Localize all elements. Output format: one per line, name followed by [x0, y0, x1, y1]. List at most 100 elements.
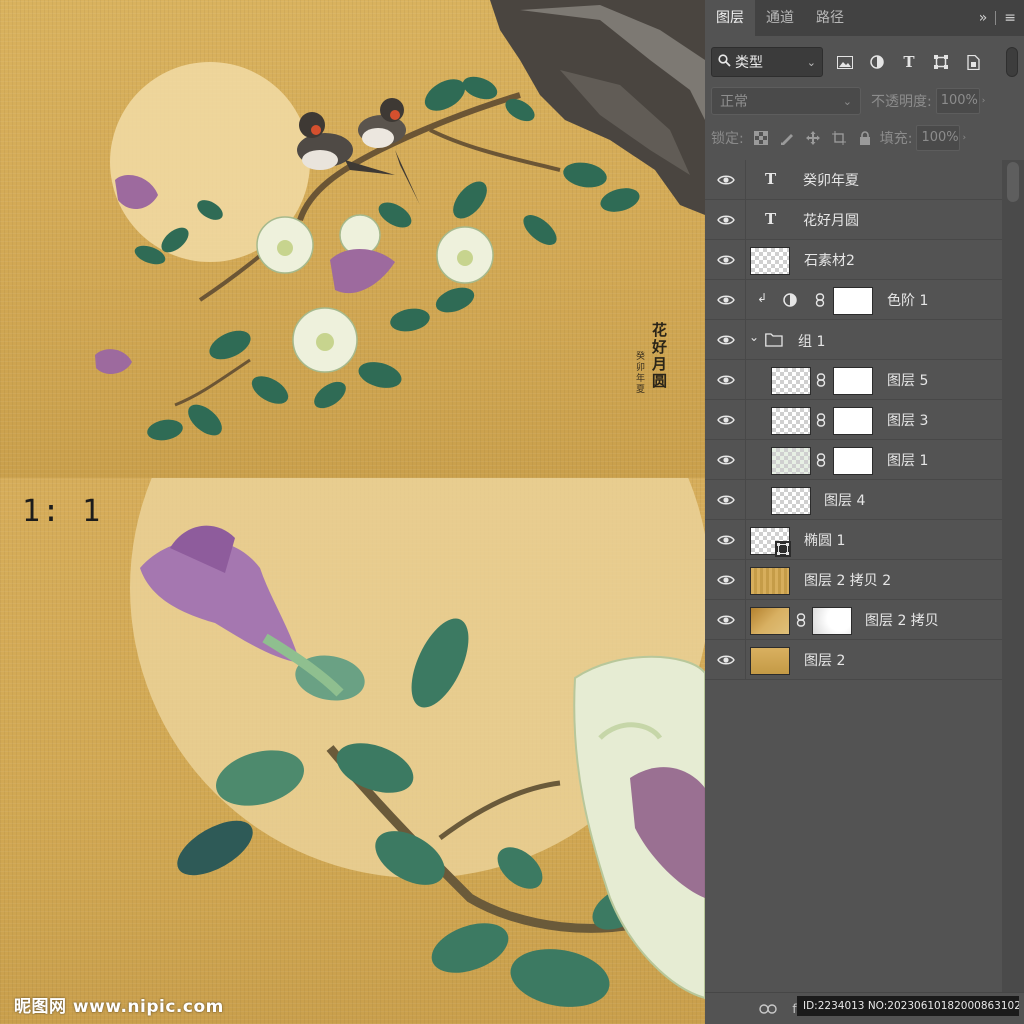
layer-row[interactable]: 图层 2 拷贝	[705, 600, 1002, 640]
link-icon[interactable]	[796, 613, 806, 627]
layer-mask-thumbnail	[833, 447, 873, 475]
visibility-eye-icon[interactable]	[717, 652, 735, 668]
layer-row[interactable]: 图层 3	[705, 400, 1002, 440]
fill-input[interactable]: 100%	[916, 125, 961, 151]
layer-name: 图层 2 拷贝 2	[804, 572, 892, 589]
scroll-thumb[interactable]	[1007, 162, 1019, 202]
layer-row[interactable]: T 花好月圆	[705, 200, 1002, 240]
row-divider	[745, 400, 746, 440]
signature-vertical: 癸卯年夏	[636, 352, 646, 395]
layer-name: 组 1	[798, 334, 826, 350]
swallows	[297, 98, 420, 205]
row-divider	[745, 520, 746, 560]
visibility-eye-icon[interactable]	[717, 372, 735, 388]
layer-thumbnail	[750, 647, 790, 675]
visibility-eye-icon[interactable]	[717, 492, 735, 508]
lock-artboard-icon[interactable]	[830, 129, 848, 147]
layer-row[interactable]: 图层 2 拷贝 2	[705, 560, 1002, 600]
visibility-eye-icon[interactable]	[717, 532, 735, 548]
opacity-input[interactable]: 100%	[935, 88, 980, 114]
visibility-eye-icon[interactable]	[717, 572, 735, 588]
layer-row[interactable]: 椭圆 1	[705, 520, 1002, 560]
layer-thumbnail	[771, 487, 811, 515]
fill-dropdown-icon[interactable]: ›	[962, 133, 972, 143]
visibility-eye-icon[interactable]	[717, 292, 735, 308]
layer-row[interactable]: 石素材2	[705, 240, 1002, 280]
visibility-eye-icon[interactable]	[717, 172, 735, 188]
image-filter-icon[interactable]	[835, 52, 855, 72]
opacity-dropdown-icon[interactable]: ›	[982, 96, 992, 106]
chevron-down-icon[interactable]: ⌄	[749, 330, 759, 344]
panel-menu-icon[interactable]: ≡	[1004, 10, 1016, 26]
row-divider	[745, 480, 746, 520]
layer-name: 图层 5	[887, 372, 929, 389]
folder-icon	[765, 333, 783, 347]
poem-title-vertical: 花好月圆	[652, 321, 668, 390]
layer-name: 石素材2	[804, 252, 855, 269]
layer-thumbnail	[750, 607, 790, 635]
layer-row[interactable]: 图层 2	[705, 640, 1002, 680]
link-icon[interactable]	[816, 453, 826, 467]
tab-paths[interactable]: 路径	[805, 0, 855, 36]
smart-object-filter-icon[interactable]	[963, 52, 983, 72]
visibility-eye-icon[interactable]	[717, 612, 735, 628]
layer-thumbnail	[750, 247, 790, 275]
text-layer-icon: T	[765, 170, 777, 188]
visibility-eye-icon[interactable]	[717, 332, 735, 348]
layers-scrollbar[interactable]	[1002, 160, 1024, 992]
collapse-panel-icon[interactable]: »	[979, 10, 988, 26]
link-icon[interactable]	[816, 373, 826, 387]
lock-image-pixels-icon[interactable]	[778, 129, 796, 147]
document-canvas[interactable]: 花好月圆 癸卯年夏 1: 1 昵图网 www.nipic.com	[0, 0, 705, 1024]
link-layers-icon[interactable]	[757, 1000, 779, 1018]
visibility-eye-icon[interactable]	[717, 452, 735, 468]
layer-mask-thumbnail	[833, 367, 873, 395]
layer-row[interactable]: ⌄ 组 1	[705, 320, 1002, 360]
row-divider	[745, 200, 746, 240]
blend-mode-select[interactable]: 正常 ⌄	[711, 87, 861, 115]
layer-row[interactable]: 图层 1	[705, 440, 1002, 480]
row-divider	[745, 640, 746, 680]
chevron-down-icon: ⌄	[842, 94, 852, 108]
layer-name: 图层 1	[887, 452, 929, 469]
layer-row[interactable]: 图层 5	[705, 360, 1002, 400]
opacity-label: 不透明度:	[871, 94, 932, 110]
shape-filter-icon[interactable]	[931, 52, 951, 72]
tab-channels[interactable]: 通道	[755, 0, 805, 36]
shape-layer-badge-icon	[775, 541, 791, 557]
filter-kind-select[interactable]: 类型 ⌄	[711, 47, 823, 77]
blend-mode-value: 正常	[720, 94, 748, 110]
artwork-preview-detail: 1: 1	[0, 478, 705, 1024]
artwork-bottom-illustration	[130, 478, 705, 1007]
row-divider	[745, 320, 746, 360]
visibility-eye-icon[interactable]	[717, 212, 735, 228]
tab-layers[interactable]: 图层	[705, 0, 755, 36]
layer-name: 图层 4	[824, 492, 866, 509]
lock-position-icon[interactable]	[804, 129, 822, 147]
ratio-label: 1: 1	[22, 494, 103, 529]
layer-mask-thumbnail	[833, 407, 873, 435]
visibility-eye-icon[interactable]	[717, 252, 735, 268]
layer-name: 色阶 1	[887, 292, 929, 309]
adjustment-filter-icon[interactable]	[867, 52, 887, 72]
layer-thumbnail	[750, 567, 790, 595]
row-divider	[745, 160, 746, 200]
layer-row[interactable]: 图层 4	[705, 480, 1002, 520]
visibility-eye-icon[interactable]	[717, 412, 735, 428]
image-id-overlay: ID:2234013 NO:20230610182000863102	[797, 996, 1019, 1016]
lock-all-icon[interactable]	[856, 129, 874, 147]
link-icon[interactable]	[815, 293, 825, 307]
filter-toggle[interactable]	[1006, 47, 1018, 77]
layers-list: T 癸卯年夏 T 花好月圆 石素材2 ↲ 色阶 1 ⌄ 组 1 图层 5 图层 …	[705, 160, 1002, 680]
artwork-top-illustration	[95, 0, 705, 441]
link-icon[interactable]	[816, 413, 826, 427]
tab-divider	[995, 11, 997, 25]
layer-row[interactable]: T 癸卯年夏	[705, 160, 1002, 200]
lock-row: 锁定: 填充: 100% ›	[711, 124, 1018, 152]
layer-thumbnail	[771, 407, 811, 435]
layer-row[interactable]: ↲ 色阶 1	[705, 280, 1002, 320]
lock-transparent-pixels-icon[interactable]	[752, 129, 770, 147]
row-divider	[745, 560, 746, 600]
layers-panel: 图层 通道 路径 » ≡ 类型 ⌄ T 正常 ⌄ 不透明度: 100% › 锁定…	[705, 0, 1024, 1024]
type-filter-icon[interactable]: T	[899, 52, 919, 72]
